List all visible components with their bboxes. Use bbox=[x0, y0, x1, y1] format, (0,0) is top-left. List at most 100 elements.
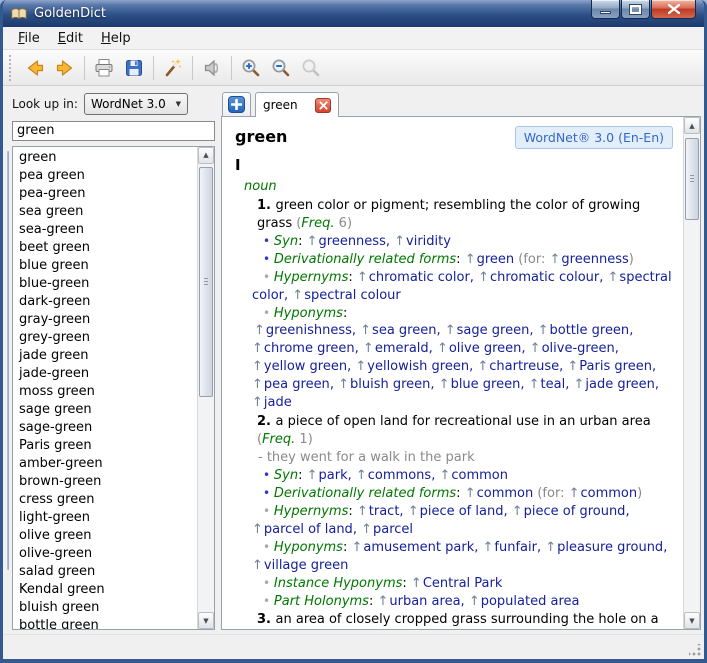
menu-file[interactable]: File bbox=[9, 28, 49, 49]
word-list-item[interactable]: sage-green bbox=[13, 419, 197, 437]
word-list-item[interactable]: salad green bbox=[13, 563, 197, 581]
word-list-item[interactable]: grey-green bbox=[13, 329, 197, 347]
scroll-up-icon[interactable]: ▲ bbox=[198, 147, 214, 164]
menu-edit[interactable]: Edit bbox=[49, 28, 92, 49]
resize-grip[interactable] bbox=[689, 644, 701, 656]
scroll-down-icon[interactable]: ▼ bbox=[198, 612, 214, 629]
word-list-item[interactable]: gray-green bbox=[13, 311, 197, 329]
scrollbar-thumb[interactable] bbox=[199, 167, 213, 397]
scan-popup-button[interactable] bbox=[158, 54, 188, 82]
wordnet-link[interactable]: bluish green bbox=[350, 377, 430, 392]
wordnet-link[interactable]: village green bbox=[264, 558, 348, 573]
word-list-item[interactable]: light-green bbox=[13, 509, 197, 527]
menu-help[interactable]: Help bbox=[92, 28, 140, 49]
scrollbar-thumb[interactable] bbox=[685, 138, 699, 220]
wordnet-link[interactable]: olive green bbox=[449, 341, 522, 356]
word-list-item[interactable]: pea-green bbox=[13, 185, 197, 203]
wordnet-link[interactable]: jade green bbox=[585, 377, 655, 392]
word-list-item[interactable]: Paris green bbox=[13, 437, 197, 455]
word-list-item[interactable]: bluish green bbox=[13, 599, 197, 617]
wordnet-link[interactable]: common bbox=[581, 486, 638, 501]
word-list-item[interactable]: olive green bbox=[13, 527, 197, 545]
wordnet-link[interactable]: Paris green bbox=[579, 359, 652, 374]
word-list-item[interactable]: blue-green bbox=[13, 275, 197, 293]
word-list-item[interactable]: cress green bbox=[13, 491, 197, 509]
wordnet-link[interactable]: parcel bbox=[373, 522, 413, 537]
wordnet-link[interactable]: yellowish green bbox=[367, 359, 469, 374]
word-list-item[interactable]: green bbox=[13, 149, 197, 167]
tab-close-button[interactable] bbox=[315, 98, 331, 113]
wordnet-link[interactable]: emerald bbox=[375, 341, 429, 356]
scroll-down-icon[interactable]: ▼ bbox=[684, 612, 700, 629]
wordnet-link[interactable]: common bbox=[477, 486, 534, 501]
wordnet-link[interactable]: commons bbox=[368, 468, 431, 483]
wordnet-link[interactable]: spectral colour bbox=[304, 288, 401, 303]
word-list-scrollbar[interactable]: ▲ ▼ bbox=[197, 147, 214, 629]
wordnet-link[interactable]: pleasure ground bbox=[557, 540, 663, 555]
wordnet-link[interactable]: funfair bbox=[494, 540, 537, 555]
close-button[interactable] bbox=[651, 0, 696, 19]
word-list-item[interactable]: bottle green bbox=[13, 617, 197, 629]
wordnet-link[interactable]: piece of land bbox=[420, 504, 504, 519]
wordnet-link[interactable]: chartreuse bbox=[489, 359, 559, 374]
word-list-item[interactable]: pea green bbox=[13, 167, 197, 185]
wordnet-link[interactable]: sage green bbox=[457, 323, 530, 338]
wordnet-link[interactable]: blue green bbox=[451, 377, 521, 392]
zoom-out-button[interactable] bbox=[266, 54, 296, 82]
word-list-item[interactable]: beet green bbox=[13, 239, 197, 257]
dock-drag-handle[interactable] bbox=[5, 91, 12, 630]
article-scrollbar[interactable]: ▲ ▼ bbox=[683, 117, 700, 629]
forward-button[interactable] bbox=[50, 54, 80, 82]
zoom-reset-button[interactable] bbox=[296, 54, 326, 82]
word-list-item[interactable]: amber-green bbox=[13, 455, 197, 473]
scroll-up-icon[interactable]: ▲ bbox=[684, 117, 700, 134]
word-list-item[interactable]: sea green bbox=[13, 203, 197, 221]
wordnet-link[interactable]: green bbox=[477, 252, 515, 267]
wordnet-link[interactable]: pea green bbox=[264, 377, 330, 392]
word-list-item[interactable]: jade-green bbox=[13, 365, 197, 383]
wordnet-link[interactable]: amusement park bbox=[363, 540, 474, 555]
save-article-button[interactable] bbox=[119, 54, 149, 82]
wordnet-link[interactable]: chromatic color bbox=[369, 270, 470, 285]
back-button[interactable] bbox=[20, 54, 50, 82]
wordnet-link[interactable]: common bbox=[451, 468, 508, 483]
word-list-item[interactable]: moss green bbox=[13, 383, 197, 401]
wordnet-link[interactable]: viridity bbox=[406, 234, 451, 249]
wordnet-link[interactable]: urban area bbox=[389, 594, 460, 609]
wordnet-link[interactable]: parcel of land bbox=[264, 522, 353, 537]
wordnet-link[interactable]: olive-green bbox=[542, 341, 615, 356]
wordnet-link[interactable]: Central Park bbox=[423, 576, 503, 591]
pronounce-button[interactable] bbox=[197, 54, 227, 82]
wordnet-link[interactable]: greenness bbox=[319, 234, 386, 249]
dictionary-group-select[interactable]: WordNet 3.0 ▼ bbox=[84, 93, 188, 115]
word-list-item[interactable]: olive-green bbox=[13, 545, 197, 563]
wordnet-link[interactable]: chromatic colour bbox=[490, 270, 599, 285]
word-list-item[interactable]: brown-green bbox=[13, 473, 197, 491]
word-list-item[interactable]: dark-green bbox=[13, 293, 197, 311]
search-input[interactable] bbox=[12, 121, 215, 141]
wordnet-link[interactable]: sea green bbox=[372, 323, 436, 338]
wordnet-link[interactable]: piece of ground bbox=[524, 504, 626, 519]
zoom-in-button[interactable] bbox=[236, 54, 266, 82]
word-list-item[interactable]: sea-green bbox=[13, 221, 197, 239]
wordnet-link[interactable]: park bbox=[319, 468, 348, 483]
minimize-button[interactable] bbox=[591, 0, 620, 19]
dictionary-badge[interactable]: WordNet® 3.0 (En-En) bbox=[515, 126, 673, 149]
print-button[interactable] bbox=[89, 54, 119, 82]
wordnet-link[interactable]: jade bbox=[264, 395, 292, 410]
wordnet-link[interactable]: chrome green bbox=[264, 341, 355, 356]
wordnet-link[interactable]: populated area bbox=[481, 594, 580, 609]
add-tab-button[interactable] bbox=[228, 96, 245, 113]
word-list-item[interactable]: sage green bbox=[13, 401, 197, 419]
tab-green[interactable]: green bbox=[255, 92, 339, 117]
maximize-button[interactable] bbox=[621, 0, 650, 19]
word-list-item[interactable]: blue green bbox=[13, 257, 197, 275]
word-list-item[interactable]: Kendal green bbox=[13, 581, 197, 599]
wordnet-link[interactable]: greenness bbox=[561, 252, 628, 267]
wordnet-link[interactable]: greenishness bbox=[266, 323, 352, 338]
wordnet-link[interactable]: tract bbox=[369, 504, 400, 519]
wordnet-link[interactable]: yellow green bbox=[264, 359, 347, 374]
wordnet-link[interactable]: bottle green bbox=[549, 323, 629, 338]
wordnet-link[interactable]: teal bbox=[541, 377, 566, 392]
word-list-item[interactable]: jade green bbox=[13, 347, 197, 365]
